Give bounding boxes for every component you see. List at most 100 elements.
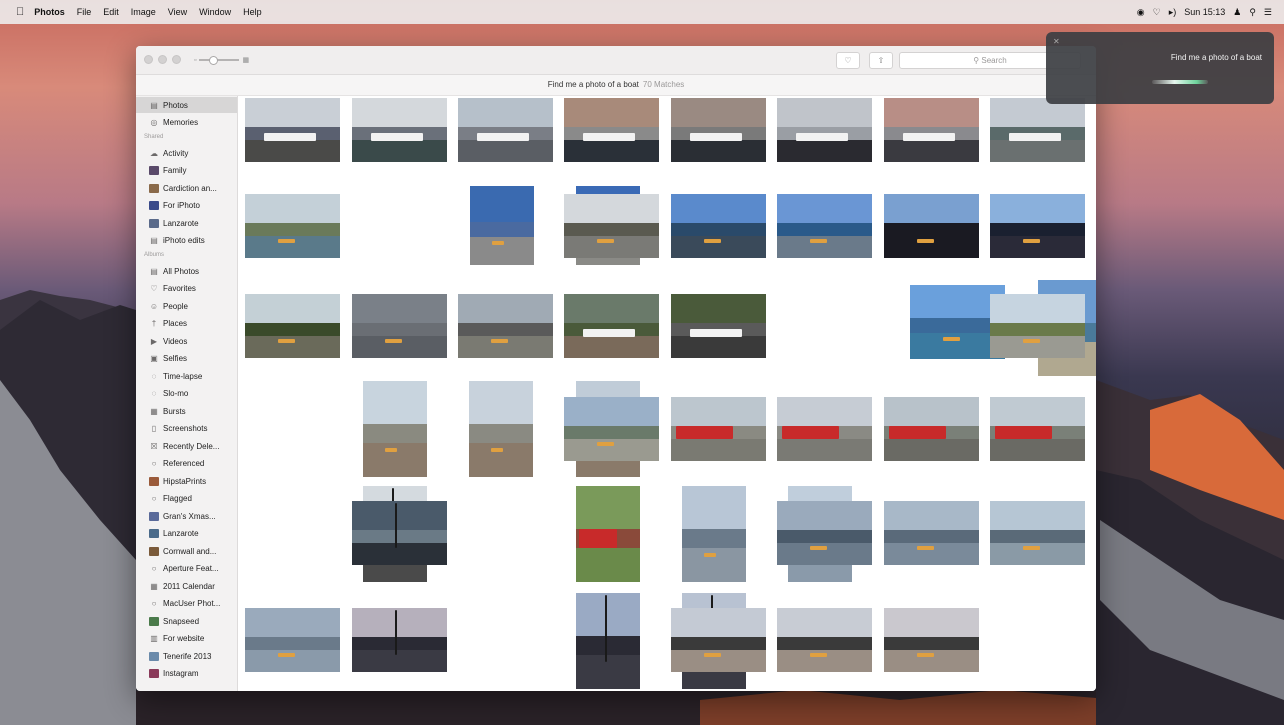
photo-thumbnail[interactable]	[884, 98, 979, 162]
sidebar-item[interactable]: ○ Referenced	[136, 456, 237, 472]
sidebar-item[interactable]: ▯ Screenshots	[136, 421, 237, 437]
photo-thumbnail[interactable]	[245, 294, 340, 358]
photo-thumbnail[interactable]	[363, 381, 427, 477]
sidebar-item[interactable]: Lanzarote	[136, 526, 237, 542]
sidebar-item[interactable]: ○ MacUser Phot...	[136, 596, 237, 612]
photo-thumbnail[interactable]	[884, 501, 979, 565]
sidebar-item[interactable]: Cardiction an...	[136, 180, 237, 196]
apple-logo-icon[interactable]: 	[16, 6, 24, 18]
sidebar-item[interactable]: ▤ Photos	[136, 97, 237, 113]
photo-thumbnail[interactable]	[352, 294, 447, 358]
photo-thumbnail[interactable]	[564, 397, 659, 461]
photo-thumbnail[interactable]	[352, 608, 447, 672]
sidebar-item[interactable]: Cornwall and...	[136, 543, 237, 559]
photo-thumbnail[interactable]	[884, 397, 979, 461]
photo-thumbnail[interactable]	[671, 397, 766, 461]
photo-thumbnail[interactable]	[884, 608, 979, 672]
photo-thumbnail[interactable]	[671, 194, 766, 258]
sidebar-item[interactable]: ▤ iPhoto edits	[136, 233, 237, 249]
photo-thumbnail[interactable]	[564, 194, 659, 258]
volume-icon[interactable]: ▸)	[1169, 7, 1177, 18]
sidebar-item[interactable]: ☁ Activity	[136, 145, 237, 161]
photo-thumbnail[interactable]	[470, 186, 534, 265]
menu-help[interactable]: Help	[243, 7, 262, 17]
sidebar-item[interactable]: HipstaPrints	[136, 473, 237, 489]
user-icon[interactable]: ♟	[1233, 7, 1241, 18]
photo-thumbnail[interactable]	[671, 294, 766, 358]
boat-shape	[917, 653, 934, 657]
sidebar-item[interactable]: Snapseed	[136, 613, 237, 629]
photo-thumbnail[interactable]	[564, 294, 659, 358]
search-icon[interactable]: ⚲	[1249, 7, 1256, 18]
sidebar-item[interactable]: ○ Flagged	[136, 491, 237, 507]
menu-window[interactable]: Window	[199, 7, 231, 17]
sidebar-item[interactable]: ☺ People	[136, 298, 237, 314]
wifi-icon[interactable]: ♡	[1153, 7, 1161, 18]
photo-thumbnail[interactable]	[777, 608, 872, 672]
zoom-track[interactable]	[199, 56, 240, 65]
sidebar-item[interactable]: ▤ All Photos	[136, 263, 237, 279]
favorite-button[interactable]: ♡	[836, 52, 860, 69]
menu-edit[interactable]: Edit	[103, 7, 119, 17]
photo-thumbnail[interactable]	[458, 98, 553, 162]
photo-thumbnail[interactable]	[990, 501, 1085, 565]
photo-thumbnail[interactable]	[884, 194, 979, 258]
photo-thumbnail[interactable]	[245, 98, 340, 162]
close-icon[interactable]: ✕	[1053, 37, 1060, 46]
share-button[interactable]: ⇧	[869, 52, 893, 69]
photo-thumbnail[interactable]	[469, 381, 533, 477]
photo-thumbnail[interactable]	[777, 98, 872, 162]
sidebar-item[interactable]: † Places	[136, 316, 237, 332]
clock[interactable]: Sun 15:13	[1184, 7, 1225, 17]
photo-thumbnail[interactable]	[576, 593, 640, 689]
photo-thumbnail[interactable]	[576, 486, 640, 582]
photo-thumbnail[interactable]	[990, 194, 1085, 258]
list-icon[interactable]: ☰	[1264, 7, 1272, 18]
sidebar-item[interactable]: ○ Aperture Feat...	[136, 561, 237, 577]
sidebar-item[interactable]: ▥ For website	[136, 631, 237, 647]
photo-thumbnail[interactable]	[990, 397, 1085, 461]
menu-view[interactable]: View	[168, 7, 187, 17]
sidebar-item[interactable]: Lanzarote	[136, 215, 237, 231]
sidebar-item[interactable]: ◌ Slo-mo	[136, 386, 237, 402]
sidebar-item[interactable]: ▦ Bursts	[136, 403, 237, 419]
photo-thumbnail[interactable]	[245, 608, 340, 672]
sidebar-item[interactable]: Family	[136, 163, 237, 179]
sidebar-item[interactable]: ♡ Favorites	[136, 281, 237, 297]
sidebar-item[interactable]: Instagram	[136, 666, 237, 682]
sidebar-item-label: Time-lapse	[163, 371, 203, 381]
sidebar-item[interactable]: ▣ Selfies	[136, 351, 237, 367]
photo-thumbnail[interactable]	[352, 98, 447, 162]
sidebar-item[interactable]: For iPhoto	[136, 198, 237, 214]
sidebar-item[interactable]: ◌ Time-lapse	[136, 368, 237, 384]
minimize-button[interactable]	[158, 55, 167, 64]
photo-thumbnail[interactable]	[777, 501, 872, 565]
menu-photos[interactable]: Photos	[34, 7, 65, 17]
zoom-slider[interactable]: ▫ ▦	[194, 56, 249, 65]
photo-thumbnail[interactable]	[245, 194, 340, 258]
photo-thumbnail[interactable]	[682, 486, 746, 582]
sidebar-item[interactable]: Tenerife 2013	[136, 648, 237, 664]
sidebar-item[interactable]: ◎ Memories	[136, 115, 237, 131]
menu-image[interactable]: Image	[131, 7, 156, 17]
photo-foreground	[352, 543, 447, 565]
photo-thumbnail[interactable]	[671, 608, 766, 672]
sidebar-item[interactable]: ☒ Recently Dele...	[136, 438, 237, 454]
fullscreen-button[interactable]	[172, 55, 181, 64]
photo-thumbnail[interactable]	[777, 397, 872, 461]
photo-thumbnail[interactable]	[352, 501, 447, 565]
siri-icon[interactable]: ◉	[1137, 7, 1145, 18]
sidebar-item[interactable]: ▦ 2011 Calendar	[136, 578, 237, 594]
photo-thumbnail[interactable]	[564, 98, 659, 162]
close-button[interactable]	[144, 55, 153, 64]
sidebar-item[interactable]: ▶ Videos	[136, 333, 237, 349]
menu-file[interactable]: File	[77, 7, 92, 17]
photo-thumbnail[interactable]	[671, 98, 766, 162]
photo-thumbnail[interactable]	[777, 194, 872, 258]
sidebar-item[interactable]: Gran's Xmas...	[136, 508, 237, 524]
photo-thumbnail[interactable]	[990, 294, 1085, 358]
photo-sky	[990, 501, 1085, 530]
photo-thumbnail[interactable]	[458, 294, 553, 358]
zoom-knob[interactable]	[209, 56, 219, 65]
photo-thumbnail[interactable]	[990, 98, 1085, 162]
